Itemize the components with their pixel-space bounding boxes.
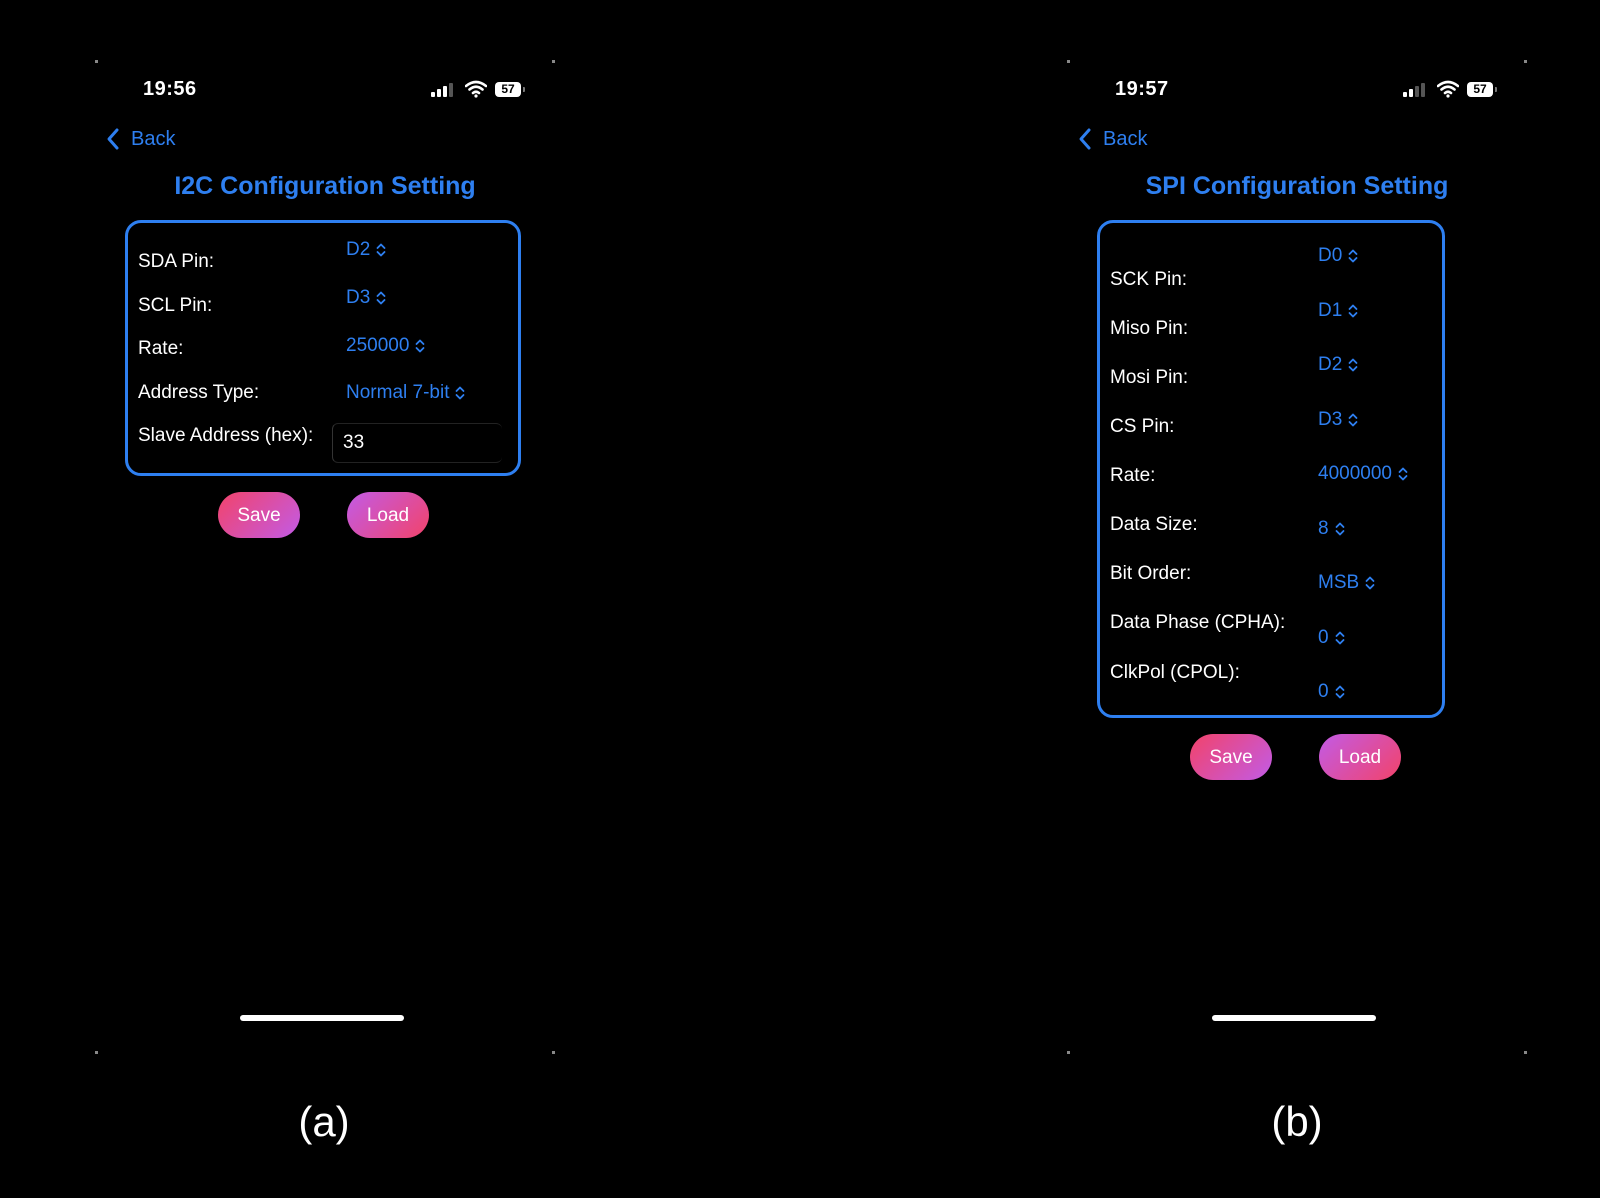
chevron-up-down-icon [376, 243, 386, 257]
miso-pin-value: D1 [1318, 300, 1343, 321]
frame-corner [1067, 1051, 1070, 1054]
rate-value: 4000000 [1318, 463, 1392, 484]
chevron-up-down-icon [416, 339, 425, 353]
back-button[interactable]: Back [105, 126, 175, 152]
scl-pin-value: D3 [346, 287, 371, 308]
chevron-up-down-icon [1348, 358, 1358, 372]
clock-polarity-select[interactable]: 0 [1318, 681, 1345, 703]
page-title: SPI Configuration Setting [1145, 172, 1449, 200]
chevron-up-down-icon [456, 386, 465, 400]
frame-corner [1524, 60, 1527, 63]
data-phase-select[interactable]: 0 [1318, 627, 1345, 649]
chevron-up-down-icon [1348, 304, 1358, 318]
mosi-pin-value: D2 [1318, 354, 1343, 375]
slave-address-label: Slave Address (hex): [138, 425, 314, 446]
chevron-up-down-icon [1398, 467, 1408, 481]
mosi-pin-label: Mosi Pin: [1110, 367, 1189, 388]
status-bar-icons: 57 [1397, 80, 1497, 100]
status-time: 19:57 [1115, 78, 1169, 100]
address-type-label: Address Type: [138, 382, 260, 403]
phone-screen-i2c: 19:56 57 Back I2C Configuration Setting … [95, 60, 555, 1054]
rate-select[interactable]: 250000 [346, 335, 425, 357]
scl-pin-select[interactable]: D3 [346, 287, 386, 309]
clock-polarity-label: ClkPol (CPOL): [1110, 662, 1240, 683]
save-button[interactable]: Save [218, 492, 300, 538]
rate-select[interactable]: 4000000 [1318, 463, 1408, 485]
chevron-up-down-icon [1365, 576, 1375, 590]
load-button[interactable]: Load [347, 492, 429, 538]
mosi-pin-select[interactable]: D2 [1318, 354, 1358, 376]
rate-label: Rate: [138, 338, 184, 359]
bit-order-select[interactable]: MSB [1318, 572, 1375, 594]
i2c-config-panel: SDA Pin: D2 SCL Pin: D3 Rate: 250000 Add… [125, 220, 521, 476]
data-size-select[interactable]: 8 [1318, 518, 1345, 540]
slave-address-input[interactable] [332, 423, 502, 463]
chevron-left-icon [1079, 128, 1091, 150]
frame-corner [95, 1051, 98, 1054]
chevron-up-down-icon [1335, 685, 1344, 699]
sda-pin-select[interactable]: D2 [346, 239, 386, 261]
frame-corner [95, 60, 98, 63]
chevron-up-down-icon [1348, 413, 1358, 427]
clock-polarity-value: 0 [1318, 681, 1329, 702]
home-indicator[interactable] [240, 1015, 404, 1021]
battery-icon: 57 [495, 82, 525, 97]
address-type-value: Normal 7-bit [346, 382, 450, 403]
chevron-left-icon [107, 128, 119, 150]
wifi-icon [465, 80, 487, 98]
cs-pin-label: CS Pin: [1110, 416, 1175, 437]
bit-order-label: Bit Order: [1110, 563, 1192, 584]
home-indicator[interactable] [1212, 1015, 1376, 1021]
chevron-up-down-icon [376, 291, 386, 305]
chevron-up-down-icon [1335, 522, 1344, 536]
battery-icon: 57 [1467, 82, 1497, 97]
sda-pin-value: D2 [346, 239, 371, 260]
address-type-select[interactable]: Normal 7-bit [346, 382, 465, 404]
frame-corner [552, 60, 555, 63]
sda-pin-label: SDA Pin: [138, 251, 215, 272]
cs-pin-select[interactable]: D3 [1318, 409, 1358, 431]
data-size-value: 8 [1318, 518, 1329, 539]
rate-value: 250000 [346, 335, 410, 356]
sck-pin-select[interactable]: D0 [1318, 245, 1358, 267]
cellular-signal-icon [1403, 83, 1425, 97]
spi-config-panel: SCK Pin: D0 Miso Pin: D1 Mosi Pin: D2 CS… [1097, 220, 1445, 718]
chevron-up-down-icon [1335, 631, 1344, 645]
miso-pin-label: Miso Pin: [1110, 318, 1189, 339]
data-size-label: Data Size: [1110, 514, 1198, 535]
cellular-signal-icon [431, 83, 453, 97]
back-label: Back [1103, 127, 1148, 150]
phone-screen-spi: 19:57 57 Back SPI Configuration Setting … [1067, 60, 1527, 1054]
frame-corner [1067, 60, 1070, 63]
sck-pin-value: D0 [1318, 245, 1343, 266]
wifi-icon [1437, 80, 1459, 98]
status-bar-icons: 57 [425, 80, 525, 100]
sck-pin-label: SCK Pin: [1110, 269, 1188, 290]
caption-a: (a) [298, 1098, 350, 1145]
caption-b: (b) [1271, 1098, 1323, 1145]
bit-order-value: MSB [1318, 572, 1360, 593]
back-label: Back [131, 127, 176, 150]
rate-label: Rate: [1110, 465, 1156, 486]
status-time: 19:56 [143, 78, 197, 100]
save-button[interactable]: Save [1190, 734, 1272, 780]
load-button[interactable]: Load [1319, 734, 1401, 780]
scl-pin-label: SCL Pin: [138, 295, 213, 316]
page-title: I2C Configuration Setting [174, 172, 476, 200]
data-phase-label: Data Phase (CPHA): [1110, 612, 1286, 633]
cs-pin-value: D3 [1318, 409, 1343, 430]
data-phase-value: 0 [1318, 627, 1329, 648]
back-button[interactable]: Back [1077, 126, 1147, 152]
frame-corner [552, 1051, 555, 1054]
chevron-up-down-icon [1348, 249, 1358, 263]
frame-corner [1524, 1051, 1527, 1054]
miso-pin-select[interactable]: D1 [1318, 300, 1358, 322]
